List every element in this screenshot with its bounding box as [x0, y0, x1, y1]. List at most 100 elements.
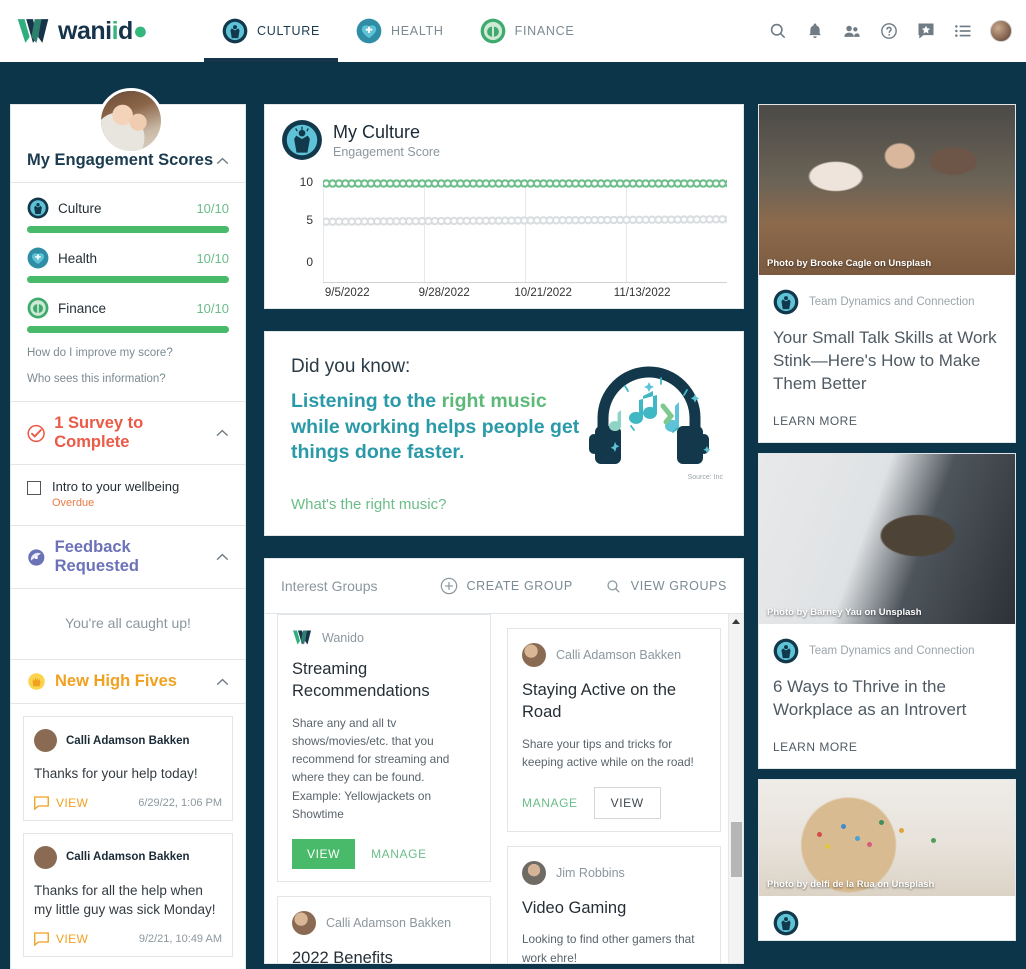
highfive-card: Calli Adamson Bakken Thanks for your hel… [23, 716, 233, 821]
divider [11, 703, 245, 704]
interest-group-owner: Calli Adamson Bakken [326, 916, 451, 930]
plus-circle-icon [440, 577, 458, 595]
main-nav: CULTURE HEALTH FINANCE [204, 0, 592, 62]
wanido-logo-icon [292, 629, 312, 646]
dyk-line3: things done faster. [291, 441, 464, 463]
improve-score-link[interactable]: How do I improve my score? [11, 347, 245, 359]
interest-group-name: Video Gaming [522, 897, 706, 919]
x-tick-1: 9/28/2022 [419, 287, 470, 299]
interest-group-view-button[interactable]: VIEW [594, 787, 661, 819]
headphones-music-icon [585, 360, 725, 478]
view-groups-button[interactable]: VIEW GROUPS [605, 578, 727, 595]
culture-icon [773, 638, 799, 664]
create-group-button[interactable]: CREATE GROUP [440, 577, 573, 595]
article-card[interactable]: Photo by delfi de la Rua on Unsplash [758, 779, 1016, 941]
dyk-line2: while working helps people get [291, 416, 579, 438]
highfive-view-button[interactable]: VIEW [34, 932, 88, 946]
avatar [292, 911, 316, 935]
article-photo-credit: Photo by Brooke Cagle on Unsplash [767, 258, 931, 269]
comment-icon [34, 796, 49, 810]
article-title: 6 Ways to Thrive in the Workplace as an … [773, 676, 1001, 722]
survey-item-status: Overdue [52, 497, 179, 509]
feedback-section-title: Feedback Requested [55, 538, 217, 576]
chevron-up-icon[interactable] [216, 429, 229, 437]
x-tick-labels: 9/5/2022 9/28/2022 10/21/2022 11/13/2022 [323, 287, 727, 301]
interest-group-description: Looking to find other gamers that work e… [522, 930, 706, 963]
create-group-label: CREATE GROUP [467, 579, 573, 593]
feedback-empty-text: You're all caught up! [11, 589, 245, 659]
nav-tab-health[interactable]: HEALTH [338, 0, 462, 62]
interest-group-manage-button[interactable]: MANAGE [371, 847, 427, 861]
search-icon [605, 578, 622, 595]
profile-avatar[interactable] [98, 88, 164, 154]
notifications-bell-icon[interactable] [805, 21, 825, 41]
list-icon[interactable] [953, 21, 973, 41]
chevron-up-icon[interactable] [216, 553, 229, 561]
did-you-know-cta-link[interactable]: What's the right music? [291, 496, 446, 513]
feedback-star-icon[interactable] [916, 21, 936, 41]
article-category: Team Dynamics and Connection [809, 296, 975, 308]
help-icon[interactable] [879, 21, 899, 41]
health-icon [356, 18, 382, 44]
view-groups-label: VIEW GROUPS [631, 579, 727, 593]
survey-checkbox[interactable] [27, 481, 41, 495]
article-card[interactable]: Photo by Barney Yau on Unsplash Team Dyn… [758, 453, 1016, 769]
interest-groups-title: Interest Groups [281, 578, 378, 594]
feedback-icon [27, 548, 46, 567]
interest-group-card: Calli Adamson Bakken 2022 Benefits Infor… [277, 896, 491, 963]
survey-item[interactable]: Intro to your wellbeing Overdue [11, 465, 245, 525]
score-item-finance: Finance 10/10 [11, 297, 245, 333]
chevron-up-icon[interactable] [216, 157, 229, 165]
feedback-section-header[interactable]: Feedback Requested [11, 526, 245, 588]
engagement-chart-plot: 10 5 0 9/5/2022 9/28/2022 [291, 183, 727, 283]
highfives-section-header[interactable]: New High Fives [11, 660, 245, 703]
app-root: waniid● CULTURE HEALTH [0, 0, 1026, 969]
culture-icon [222, 18, 248, 44]
search-icon[interactable] [768, 21, 788, 41]
interest-group-view-button[interactable]: VIEW [292, 839, 355, 869]
people-icon[interactable] [842, 21, 862, 41]
series-company-average [323, 215, 727, 226]
interest-group-card: Jim Robbins Video Gaming Looking to find… [507, 846, 721, 963]
scroll-up-arrow-icon[interactable] [732, 619, 740, 624]
nav-tab-culture[interactable]: CULTURE [204, 0, 338, 62]
interest-group-card: Wanido Streaming Recommendations Share a… [277, 614, 491, 882]
interest-group-name: 2022 Benefits Information [292, 947, 476, 963]
interest-group-manage-button[interactable]: MANAGE [522, 796, 578, 810]
survey-section-header[interactable]: 1 Survey to Complete [11, 402, 245, 464]
x-tick-2: 10/21/2022 [514, 287, 572, 299]
survey-check-icon [27, 424, 45, 443]
score-bar [27, 326, 229, 333]
scrollbar-thumb[interactable] [731, 822, 742, 877]
engagement-scores-title: My Engagement Scores [27, 151, 213, 170]
article-photo: Photo by Brooke Cagle on Unsplash [759, 105, 1015, 275]
series-my-score [323, 179, 727, 188]
wanido-wordmark: waniid● [58, 17, 147, 46]
interest-group-name: Streaming Recommendations [292, 658, 476, 703]
chevron-up-icon[interactable] [216, 678, 229, 686]
articles-column: Photo by Brooke Cagle on Unsplash Team D… [758, 104, 1016, 951]
y-tick-5: 5 [291, 213, 313, 227]
who-sees-info-link[interactable]: Who sees this information? [11, 373, 245, 385]
nav-tab-finance[interactable]: FINANCE [462, 0, 593, 62]
interest-groups-scrollbar[interactable] [728, 614, 743, 963]
x-axis [323, 282, 727, 283]
article-learn-more-link[interactable]: LEARN MORE [773, 740, 1001, 754]
article-card[interactable]: Photo by Brooke Cagle on Unsplash Team D… [758, 104, 1016, 443]
interest-groups-column-right: Calli Adamson Bakken Staying Active on t… [507, 628, 721, 963]
highfive-date: 9/2/21, 10:49 AM [139, 933, 222, 945]
avatar [34, 846, 57, 869]
score-value: 10/10 [196, 301, 229, 316]
user-avatar[interactable] [990, 20, 1012, 42]
article-title: Your Small Talk Skills at Work Stink—Her… [773, 327, 1001, 396]
wanido-logo[interactable]: waniid● [16, 16, 176, 46]
main-column: My Culture Engagement Score 10 5 0 [264, 104, 744, 964]
finance-icon [27, 297, 49, 319]
score-bar [27, 226, 229, 233]
highfive-view-button[interactable]: VIEW [34, 796, 88, 810]
plot-area [323, 183, 727, 283]
article-learn-more-link[interactable]: LEARN MORE [773, 414, 1001, 428]
finance-icon [480, 18, 506, 44]
highfive-view-label: VIEW [56, 932, 88, 946]
article-photo-credit: Photo by delfi de la Rua on Unsplash [767, 879, 934, 890]
